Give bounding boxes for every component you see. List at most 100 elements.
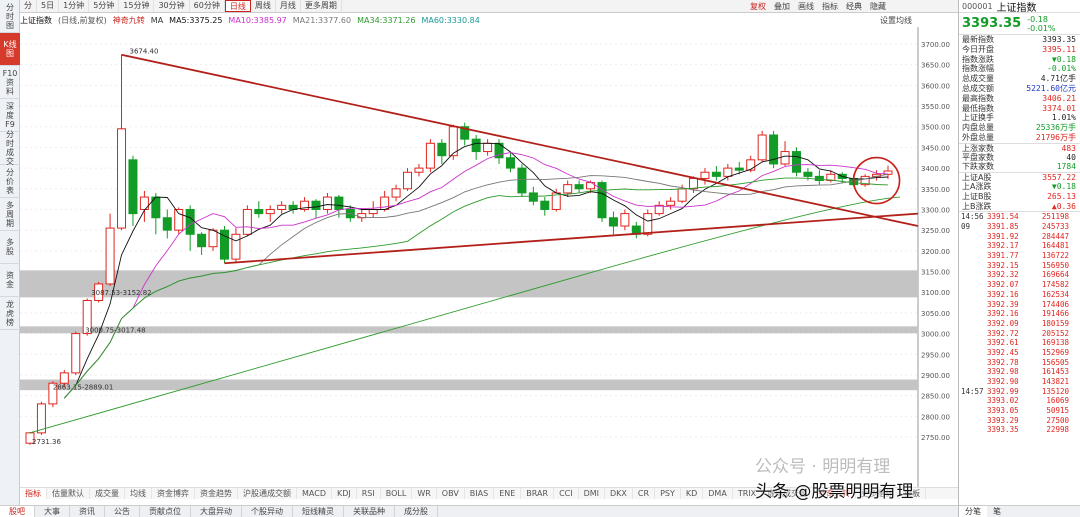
tick-row: 3392.39 174406 (959, 300, 1080, 310)
period-tab[interactable]: 周线 (251, 0, 276, 12)
tick-volume: 50915 (1046, 406, 1069, 416)
sidebar-item[interactable]: 多周期 (0, 198, 20, 231)
tick-row: 3392.17 164481 (959, 241, 1080, 251)
candle-body (746, 159, 756, 171)
status-tab[interactable]: 公告 (105, 506, 140, 517)
y-axis-label: 3600.00 (921, 82, 950, 90)
ma5-value: MA5:3375.25 (169, 15, 223, 25)
status-tab[interactable]: 贡献点位 (140, 506, 191, 517)
toolbar-button[interactable]: 隐藏 (870, 1, 886, 12)
indicator-tab[interactable]: 均线 (125, 488, 152, 499)
period-tab[interactable]: 15分钟 (119, 0, 155, 12)
status-tab[interactable]: 大盘异动 (191, 506, 242, 517)
quote-row: 上证B股 265.13 (959, 192, 1080, 202)
indicator-tab[interactable]: PSY (655, 488, 681, 499)
indicator-tab[interactable]: BIAS (465, 488, 495, 499)
toolbar-button[interactable]: 复权 (750, 1, 766, 12)
y-axis-label: 3650.00 (921, 62, 950, 70)
y-axis-label: 3350.00 (921, 186, 950, 194)
indicator-tab[interactable]: RSI (357, 488, 381, 499)
status-tab[interactable]: 大事 (35, 506, 70, 517)
period-tab[interactable]: 60分钟 (190, 0, 225, 12)
period-tab[interactable]: 日线 (224, 0, 251, 12)
indicator-tab[interactable]: CR (633, 488, 656, 499)
indicator-tab[interactable]: 成交量 (90, 488, 125, 499)
sidebar-item[interactable]: 资金 (0, 264, 20, 297)
indicator-tab[interactable]: 资金趋势 (195, 488, 238, 499)
period-tab[interactable]: 5分钟 (89, 0, 120, 12)
sidebar-item[interactable]: 分价表 (0, 165, 20, 198)
tab-trades[interactable]: 笔 (987, 506, 1007, 517)
indicator-tab[interactable]: 沪股通成交额 (238, 488, 297, 499)
candle-body (59, 372, 69, 384)
tick-volume: 16069 (1046, 396, 1069, 406)
indicator-tab[interactable]: ENE (494, 488, 522, 499)
toolbar-button[interactable]: 画线 (798, 1, 814, 12)
tick-row: 3392.78 156505 (959, 358, 1080, 368)
tick-time (961, 338, 987, 348)
indicator-tab[interactable]: BRAR (521, 488, 555, 499)
indicator-tab[interactable]: CCI (554, 488, 579, 499)
quote-label: 最低指数 (962, 103, 994, 113)
sidebar-item[interactable]: 分时图 (0, 0, 20, 33)
status-tab[interactable]: 成分股 (395, 506, 438, 517)
ma-settings-button[interactable]: 设置均线 (880, 15, 912, 26)
tick-volume: 161453 (1041, 367, 1069, 377)
quote-value: 3406.21 (1042, 93, 1076, 103)
indicator-tab[interactable]: OBV (437, 488, 465, 499)
toolbar-button[interactable]: 经典 (846, 1, 862, 12)
bottom-status-bar: 股吧 大事 资讯 公告 贡献点位 大盘异动 个股异动 短线精灵 关联品种 成分股 (0, 505, 958, 517)
tab-ticks[interactable]: 分笔 (959, 506, 987, 517)
tick-price: 3392.90 (987, 377, 1019, 387)
sidebar-item[interactable]: 分时成交 (0, 130, 20, 166)
status-tab[interactable]: 股吧 (0, 506, 35, 517)
sidebar-item[interactable]: 多股 (0, 231, 20, 264)
indicator-tab[interactable]: DMI (579, 488, 606, 499)
tick-price: 3392.09 (987, 318, 1019, 328)
indicator-tab[interactable]: WR (412, 488, 437, 499)
tick-volume: 205152 (1041, 328, 1069, 338)
indicator-tab[interactable]: KDJ (332, 488, 357, 499)
indicator-tab[interactable]: 资金博弈 (152, 488, 195, 499)
tick-row: 3392.16 162534 (959, 290, 1080, 300)
quote-label: 今日开盘 (962, 44, 994, 54)
tick-volume: 136722 (1041, 251, 1069, 261)
period-tab[interactable]: 1分钟 (59, 0, 90, 12)
sidebar-item[interactable]: F10资料 (0, 66, 20, 99)
indicator-tab[interactable]: 指标 (20, 488, 47, 499)
candle-body (117, 128, 127, 229)
candle-body (334, 196, 344, 210)
kline-chart[interactable]: 3700.00 3650.00 3600.00 3550.00 3500.00 3450.… (20, 27, 958, 487)
sidebar-item[interactable]: 龙虎榜 (0, 297, 20, 330)
quote-row: 指数涨幅 -0.01% (959, 64, 1080, 74)
sidebar-item[interactable]: 深度F9 (0, 99, 20, 132)
quote-row: 外盘总量 21796万手 (959, 133, 1080, 143)
indicator-tab[interactable]: MACD (297, 488, 332, 499)
status-tab[interactable]: 个股异动 (242, 506, 293, 517)
indicator-tab[interactable]: KD (681, 488, 704, 499)
indicator-tab[interactable]: 估量默认 (47, 488, 90, 499)
quote-label: 上A涨跌 (962, 181, 992, 191)
period-tab[interactable]: 更多周期 (301, 0, 342, 12)
sidebar-item[interactable]: K线图 (0, 33, 20, 66)
indicator-name[interactable]: 神奇九转 (113, 15, 145, 26)
toolbar-button[interactable]: 叠加 (774, 1, 790, 12)
tick-volume: 22998 (1046, 425, 1069, 435)
tick-time: 14:57 (961, 386, 984, 396)
status-tab[interactable]: 短线精灵 (293, 506, 344, 517)
period-tab[interactable]: 30分钟 (154, 0, 190, 12)
tick-row: 3392.09 180159 (959, 319, 1080, 329)
quote-row: 总成交额 5221.60亿元 (959, 84, 1080, 94)
indicator-tab[interactable]: DKX (605, 488, 633, 499)
tick-time (961, 377, 987, 387)
indicator-tab[interactable]: BOLL (381, 488, 413, 499)
period-tab[interactable]: 月线 (276, 0, 301, 12)
status-tab[interactable]: 资讯 (70, 506, 105, 517)
indicator-tab[interactable]: DMA (703, 488, 733, 499)
quote-value: 40 (1066, 152, 1076, 162)
status-tab[interactable]: 关联品种 (344, 506, 395, 517)
period-tab[interactable]: 5日 (37, 0, 60, 12)
tick-volume: 164481 (1041, 241, 1069, 251)
toolbar-button[interactable]: 指标 (822, 1, 838, 12)
period-tab[interactable]: 分 (20, 0, 37, 12)
